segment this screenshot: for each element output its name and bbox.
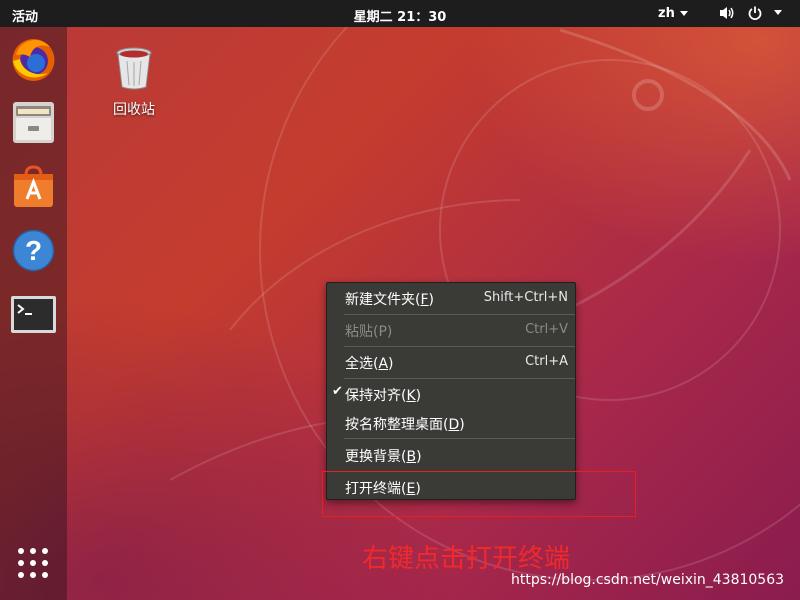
trash-desktop-icon[interactable]: 回收站 bbox=[106, 45, 162, 119]
menu-item-tail: ) bbox=[388, 356, 394, 372]
menu-item-tail: ) bbox=[428, 292, 434, 308]
menu-separator bbox=[344, 346, 575, 347]
desktop-context-menu: 新建文件夹(F) Shift+Ctrl+N 粘贴(P) Ctrl+V 全选(A)… bbox=[326, 282, 576, 500]
menu-separator bbox=[344, 314, 575, 315]
menu-item-label: 粘贴(P) bbox=[345, 324, 393, 340]
volume-icon[interactable] bbox=[718, 5, 736, 21]
menu-item-label: 新建文件夹( bbox=[345, 292, 421, 308]
help-icon[interactable]: ? bbox=[10, 227, 57, 274]
svg-text:?: ? bbox=[25, 235, 42, 266]
menu-item-keep-aligned[interactable]: ✔ 保持对齐(K) bbox=[327, 381, 575, 407]
menu-item-shortcut: Shift+Ctrl+N bbox=[483, 290, 568, 305]
firefox-icon[interactable] bbox=[10, 35, 57, 82]
software-center-icon[interactable] bbox=[10, 163, 57, 210]
menu-separator bbox=[344, 378, 575, 379]
menu-item-tail: ) bbox=[415, 388, 422, 404]
menu-item-shortcut: Ctrl+A bbox=[525, 354, 568, 369]
annotation-text: 右键点击打开终端 bbox=[362, 544, 571, 574]
menu-item-mnemonic: B bbox=[406, 449, 417, 465]
menu-item-new-folder[interactable]: 新建文件夹(F) Shift+Ctrl+N bbox=[327, 285, 575, 311]
watermark: https://blog.csdn.net/weixin_43810563 bbox=[511, 572, 785, 588]
menu-item-select-all[interactable]: 全选(A) Ctrl+A bbox=[327, 349, 575, 375]
checkmark-icon: ✔ bbox=[332, 384, 343, 399]
menu-item-mnemonic: F bbox=[420, 292, 429, 308]
terminal-icon[interactable] bbox=[10, 291, 57, 338]
menu-item-paste[interactable]: 粘贴(P) Ctrl+V bbox=[327, 317, 575, 343]
menu-item-mnemonic: K bbox=[406, 388, 416, 404]
highlight-box bbox=[322, 471, 636, 517]
menu-item-label: 全选( bbox=[345, 356, 379, 372]
language-indicator[interactable]: zh bbox=[658, 6, 675, 21]
trash-label: 回收站 bbox=[113, 102, 155, 118]
dock: ? bbox=[0, 27, 67, 600]
menu-item-tail: ) bbox=[416, 449, 422, 465]
menu-item-arrange-by-name[interactable]: 按名称整理桌面(D) bbox=[327, 410, 575, 436]
files-icon[interactable] bbox=[10, 99, 57, 146]
power-icon[interactable] bbox=[747, 5, 763, 21]
chevron-down-icon[interactable] bbox=[773, 9, 783, 16]
menu-item-change-background[interactable]: 更换背景(B) bbox=[327, 442, 575, 468]
menu-item-label: 按名称整理桌面( bbox=[345, 417, 449, 433]
menu-item-shortcut: Ctrl+V bbox=[525, 322, 568, 337]
menu-item-label: 保持对齐( bbox=[345, 388, 407, 404]
chevron-down-icon[interactable] bbox=[680, 11, 688, 16]
menu-item-mnemonic: A bbox=[378, 356, 389, 372]
menu-item-label: 更换背景( bbox=[345, 449, 407, 465]
top-panel: 活动 星期二 21：30 zh bbox=[0, 0, 800, 27]
menu-separator bbox=[344, 438, 575, 439]
trash-icon bbox=[116, 47, 152, 90]
app-grid-icon[interactable] bbox=[13, 543, 53, 583]
menu-item-tail: ) bbox=[459, 417, 465, 433]
menu-item-mnemonic: D bbox=[448, 417, 460, 433]
